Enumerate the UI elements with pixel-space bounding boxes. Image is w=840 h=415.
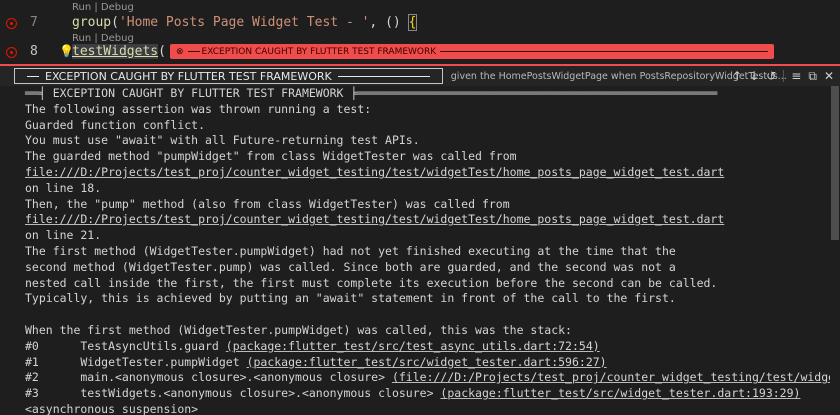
close-icon[interactable]: ✕	[824, 69, 834, 83]
output-line: ══╡ EXCEPTION CAUGHT BY FLUTTER TEST FRA…	[0, 86, 830, 102]
output-text: #3 testWidgets.<anonymous closure>.<anon…	[25, 386, 441, 401]
peek-actions: ↑ ↓ ↺ ≡ ⧉ ✕	[732, 66, 834, 86]
arrow-down-icon[interactable]: ↓	[749, 69, 759, 83]
output-line: When the first method (WidgetTester.pump…	[0, 323, 830, 339]
output-text: When the first method (WidgetTester.pump…	[25, 322, 572, 337]
vertical-scrollbar[interactable]	[830, 86, 840, 415]
code-function: group	[72, 15, 112, 30]
output-text: Guarded function conflict.	[25, 117, 206, 132]
code-string: 'Home Posts Page Widget Test - '	[118, 15, 370, 30]
peek-title-label: EXCEPTION CAUGHT BY FLUTTER TEST FRAMEWO…	[45, 69, 332, 83]
output-line: You must use "await" with all Future-ret…	[0, 133, 830, 149]
output-line: Then, the "pump" method (also from class…	[0, 197, 830, 213]
output-line: #3 testWidgets.<anonymous closure>.<anon…	[0, 386, 830, 402]
output-line: <asynchronous suspension>	[0, 402, 830, 415]
file-link[interactable]: (package:flutter_test/src/widget_tester.…	[247, 355, 607, 369]
inline-error-text: EXCEPTION CAUGHT BY FLUTTER TEST FRAMEWO…	[201, 46, 437, 57]
peek-header: EXCEPTION CAUGHT BY FLUTTER TEST FRAMEWO…	[0, 64, 840, 86]
output-text: #0 TestAsyncUtils.guard	[25, 338, 226, 353]
output-line: #0 TestAsyncUtils.guard (package:flutter…	[0, 339, 830, 355]
code-line-8[interactable]: testWidgets(	[72, 44, 166, 59]
output-line: on line 21.	[0, 228, 830, 244]
peek-title[interactable]: EXCEPTION CAUGHT BY FLUTTER TEST FRAMEWO…	[14, 68, 443, 84]
output-text: The first method (WidgetTester.pumpWidge…	[25, 243, 676, 258]
output-text: #1 WidgetTester.pumpWidget	[25, 354, 247, 369]
code-editor: Run | Debug 7 group('Home Posts Page Wid…	[0, 0, 840, 64]
output-line: file:///D:/Projects/test_proj/counter_wi…	[0, 212, 830, 228]
scrollbar-thumb[interactable]	[831, 86, 839, 240]
test-output: ══╡ EXCEPTION CAUGHT BY FLUTTER TEST FRA…	[0, 86, 830, 415]
code-open-paren: (	[158, 44, 166, 59]
output-line: Guarded function conflict.	[0, 118, 830, 134]
collapse-icon[interactable]: ≡	[791, 69, 801, 83]
file-link[interactable]: (package:flutter_test/src/widget_tester.…	[440, 386, 800, 400]
inline-error-decoration[interactable]: ⊗ EXCEPTION CAUGHT BY FLUTTER TEST FRAME…	[170, 44, 774, 59]
code-function: testWidgets	[72, 44, 159, 59]
output-text: second method (WidgetTester.pump) was ca…	[25, 259, 676, 274]
history-icon[interactable]: ↺	[766, 69, 776, 83]
output-line: The following assertion was thrown runni…	[0, 102, 830, 118]
breakpoint-icon[interactable]	[6, 47, 17, 58]
output-line: The first method (WidgetTester.pumpWidge…	[0, 244, 830, 260]
file-link[interactable]: (file:///D:/Projects/test_proj/counter_w…	[392, 370, 830, 384]
output-line: Typically, this is achieved by putting a…	[0, 291, 830, 307]
codelens-run-debug[interactable]: Run | Debug	[72, 33, 134, 44]
output-line: nested call inside the first, the first …	[0, 276, 830, 292]
output-text: nested call inside the first, the first …	[25, 275, 718, 290]
code-punctuation: , ()	[369, 15, 409, 30]
file-link[interactable]: (package:flutter_test/src/test_async_uti…	[226, 339, 600, 353]
file-link[interactable]: file:///D:/Projects/test_proj/counter_wi…	[25, 165, 724, 179]
output-text: ══╡ EXCEPTION CAUGHT BY FLUTTER TEST FRA…	[25, 86, 718, 100]
code-open-paren: (	[111, 15, 119, 30]
error-icon: ⊗	[176, 46, 184, 57]
file-link[interactable]: file:///D:/Projects/test_proj/counter_wi…	[25, 212, 724, 226]
breakpoint-icon[interactable]	[6, 18, 17, 29]
output-text: #2 main.<anonymous closure>.<anonymous c…	[25, 370, 392, 385]
output-text: on line 18.	[25, 180, 102, 195]
output-line: The guarded method "pumpWidget" from cla…	[0, 149, 830, 165]
line-number: 7	[30, 15, 38, 30]
output-line: file:///D:/Projects/test_proj/counter_wi…	[0, 165, 830, 181]
output-text: on line 21.	[25, 228, 102, 243]
line-number: 8	[30, 44, 38, 59]
output-line: second method (WidgetTester.pump) was ca…	[0, 260, 830, 276]
output-text: You must use "await" with all Future-ret…	[25, 133, 420, 148]
codelens-run-debug[interactable]: Run | Debug	[72, 2, 134, 13]
output-text: <asynchronous suspension>	[25, 401, 199, 415]
output-line: #1 WidgetTester.pumpWidget (package:flut…	[0, 355, 830, 371]
output-text: Typically, this is achieved by putting a…	[25, 291, 676, 306]
code-brace: {	[407, 14, 418, 31]
output-line: on line 18.	[0, 181, 830, 197]
output-text: The guarded method "pumpWidget" from cla…	[25, 149, 517, 164]
open-icon[interactable]: ⧉	[808, 69, 817, 84]
arrow-up-icon[interactable]: ↑	[732, 69, 742, 83]
output-text: The following assertion was thrown runni…	[25, 101, 372, 116]
code-line-7[interactable]: group('Home Posts Page Widget Test - ', …	[72, 14, 418, 31]
output-line: #2 main.<anonymous closure>.<anonymous c…	[0, 370, 830, 386]
output-text: Then, the "pump" method (also from class…	[25, 196, 510, 211]
